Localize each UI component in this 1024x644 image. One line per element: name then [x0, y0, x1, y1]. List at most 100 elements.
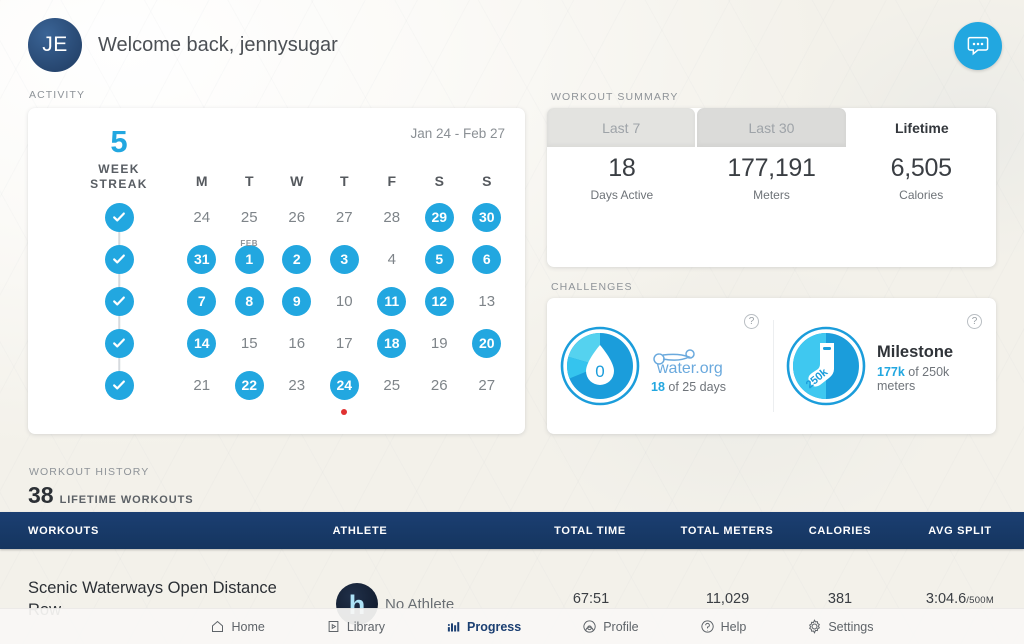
nav-item-label: Profile [603, 619, 639, 634]
calendar-day[interactable]: 24 [178, 196, 226, 238]
calendar-day[interactable]: 5 [416, 238, 464, 280]
calendar-day[interactable]: 13 [463, 280, 511, 322]
summary-tabs: Last 7 Last 30 Lifetime [547, 108, 996, 147]
avatar[interactable]: JE [28, 18, 82, 72]
calendar-day[interactable]: 8 [226, 280, 274, 322]
calendar-day[interactable]: 28 [368, 196, 416, 238]
calendar-day[interactable]: 26 [416, 364, 464, 406]
challenge-milestone[interactable]: 250k Milestone 177k of 250k meters ? [773, 298, 996, 434]
total-time-value: 67:51 [572, 591, 610, 607]
tab-last-30[interactable]: Last 30 [697, 108, 846, 147]
calendar-day[interactable]: 22 [226, 364, 274, 406]
check-icon [104, 286, 134, 316]
calendar-month-tag: FEB [240, 239, 259, 248]
workout-summary-card: Last 7 Last 30 Lifetime 18 Days Active 177,1… [547, 108, 996, 267]
column-header-calories[interactable]: CALORIES [800, 525, 880, 537]
calendar-day[interactable]: 18 [368, 322, 416, 364]
stat-value: 6,505 [890, 154, 952, 182]
calendar-day-number: 14 [187, 328, 217, 358]
calendar-day-number: 26 [430, 376, 448, 394]
column-header-workouts[interactable]: WORKOUTS [28, 525, 228, 537]
calendar-day[interactable]: 4 [368, 238, 416, 280]
check-icon [104, 370, 134, 400]
question-mark-icon[interactable]: ? [744, 314, 759, 329]
column-header-athlete[interactable]: ATHLETE [300, 525, 420, 537]
nav-item-label: Help [720, 619, 747, 634]
calendar-day[interactable]: 12 [416, 280, 464, 322]
nav-item-profile[interactable]: Profile [582, 619, 639, 634]
nav-item-library[interactable]: Library [326, 619, 385, 634]
calendar-day[interactable]: 25 [226, 196, 274, 238]
calendar-day[interactable]: 11 [368, 280, 416, 322]
calendar-weeks: 24 25 26 27 28 29 30 31 FEB 1 2 3 4 5 6 7 8 9 10 11 12 13 14 15… [178, 196, 511, 415]
chat-button[interactable] [954, 22, 1002, 70]
calendar-day[interactable]: 2 [273, 238, 321, 280]
tab-last-7[interactable]: Last 7 [547, 108, 696, 147]
question-mark-icon[interactable]: ? [967, 314, 982, 329]
progress-dashboard: JE Welcome back, jennysugar ACTIVITY WOR… [0, 0, 1024, 644]
lifetime-workouts-label: LIFETIME WORKOUTS [59, 494, 194, 506]
column-header-total-meters[interactable]: TOTAL METERS [672, 525, 782, 537]
streak-count: 5 [110, 124, 128, 159]
calendar-day[interactable]: 15 [226, 322, 274, 364]
challenge-water-org[interactable]: 0 water.org 18 of 25 days ? [547, 298, 773, 434]
calendar-dow-4: F [387, 173, 397, 189]
user-header: JE Welcome back, jennysugar [28, 18, 338, 72]
lifetime-workouts-count: 38 [28, 482, 54, 508]
calendar-day[interactable]: 10 [321, 280, 369, 322]
calendar-day[interactable]: 27 [463, 364, 511, 406]
challenge-milestone-text: Milestone 177k of 250k meters [877, 339, 984, 393]
calendar-day[interactable]: 6 [463, 238, 511, 280]
stat-value: 18 [608, 154, 636, 182]
stat-meters: 177,191 Meters [697, 154, 847, 202]
calendar-dow-1: T [244, 173, 254, 189]
calendar-day[interactable]: 30 [463, 196, 511, 238]
calendar-day-number: 23 [288, 376, 306, 394]
column-header-total-time[interactable]: TOTAL TIME [550, 525, 630, 537]
calendar-week: 21 22 23 24 25 26 27 [178, 364, 511, 415]
calendar-day[interactable]: 31 [178, 238, 226, 280]
calendar-day[interactable]: 27 [321, 196, 369, 238]
streak-check-list [87, 196, 151, 406]
workout-summary-label: WORKOUT SUMMARY [551, 91, 679, 103]
nav-item-settings[interactable]: Settings [807, 619, 874, 634]
calendar-day[interactable]: 24 [321, 364, 369, 415]
calendar-day-number: 26 [288, 208, 306, 226]
check-icon [104, 244, 134, 274]
calendar-day[interactable]: FEB 1 [226, 238, 274, 280]
nav-item-label: Library [346, 619, 386, 634]
calendar-day-number: 30 [472, 202, 502, 232]
calendar-day[interactable]: 17 [321, 322, 369, 364]
calendar-day[interactable]: 19 [416, 322, 464, 364]
stat-days-active: 18 Days Active [547, 154, 697, 202]
calendar-week: 7 8 9 10 11 12 13 [178, 280, 511, 322]
calendar-day[interactable]: 23 [273, 364, 321, 406]
calendar-day-number: 21 [193, 376, 211, 394]
nav-item-help[interactable]: Help [700, 619, 747, 634]
calendar-day[interactable]: 20 [463, 322, 511, 364]
streak-label-streak: STREAK [90, 177, 148, 192]
column-header-avg-split[interactable]: AVG SPLIT [905, 525, 1015, 537]
welcome-message: Welcome back, jennysugar [98, 33, 338, 56]
calendar-day-number: 9 [282, 286, 312, 316]
tab-lifetime[interactable]: Lifetime [847, 108, 996, 147]
calendar-day-number: 29 [424, 202, 454, 232]
chat-bubble-icon [967, 36, 989, 56]
streak-label-week: WEEK [98, 162, 140, 176]
calendar-day-number: 20 [472, 328, 502, 358]
calendar-day[interactable]: 21 [178, 364, 226, 406]
calendar-day-number: 25 [240, 208, 258, 226]
calendar-day[interactable]: 7 [178, 280, 226, 322]
nav-item-progress[interactable]: Progress [446, 619, 521, 634]
nav-item-home[interactable]: Home [210, 619, 265, 634]
calendar-day-number: 28 [383, 208, 401, 226]
check-icon [104, 328, 134, 358]
calendar-day[interactable]: 3 [321, 238, 369, 280]
calendar-day[interactable]: 9 [273, 280, 321, 322]
calendar-day[interactable]: 14 [178, 322, 226, 364]
calendar-day[interactable]: 26 [273, 196, 321, 238]
calendar-day[interactable]: 16 [273, 322, 321, 364]
calendar-day[interactable]: 29 [416, 196, 464, 238]
summary-stats: 18 Days Active 177,191 Meters 6,505 Calories [547, 154, 996, 202]
calendar-day[interactable]: 25 [368, 364, 416, 406]
